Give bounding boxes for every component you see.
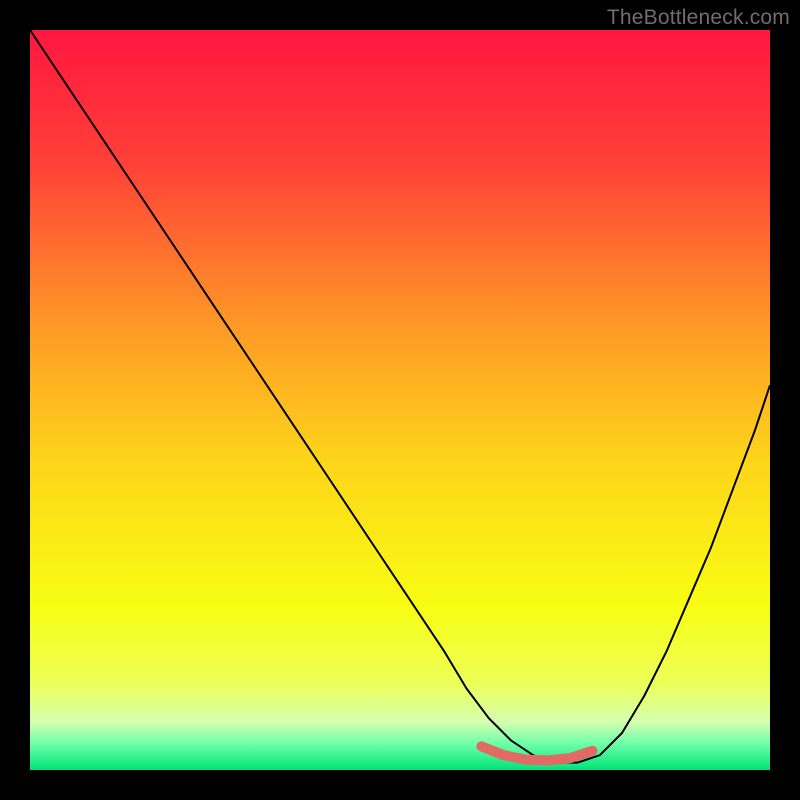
gradient-background	[30, 30, 770, 770]
chart-frame	[30, 30, 770, 770]
watermark-text: TheBottleneck.com	[607, 6, 790, 30]
bottleneck-chart	[30, 30, 770, 770]
